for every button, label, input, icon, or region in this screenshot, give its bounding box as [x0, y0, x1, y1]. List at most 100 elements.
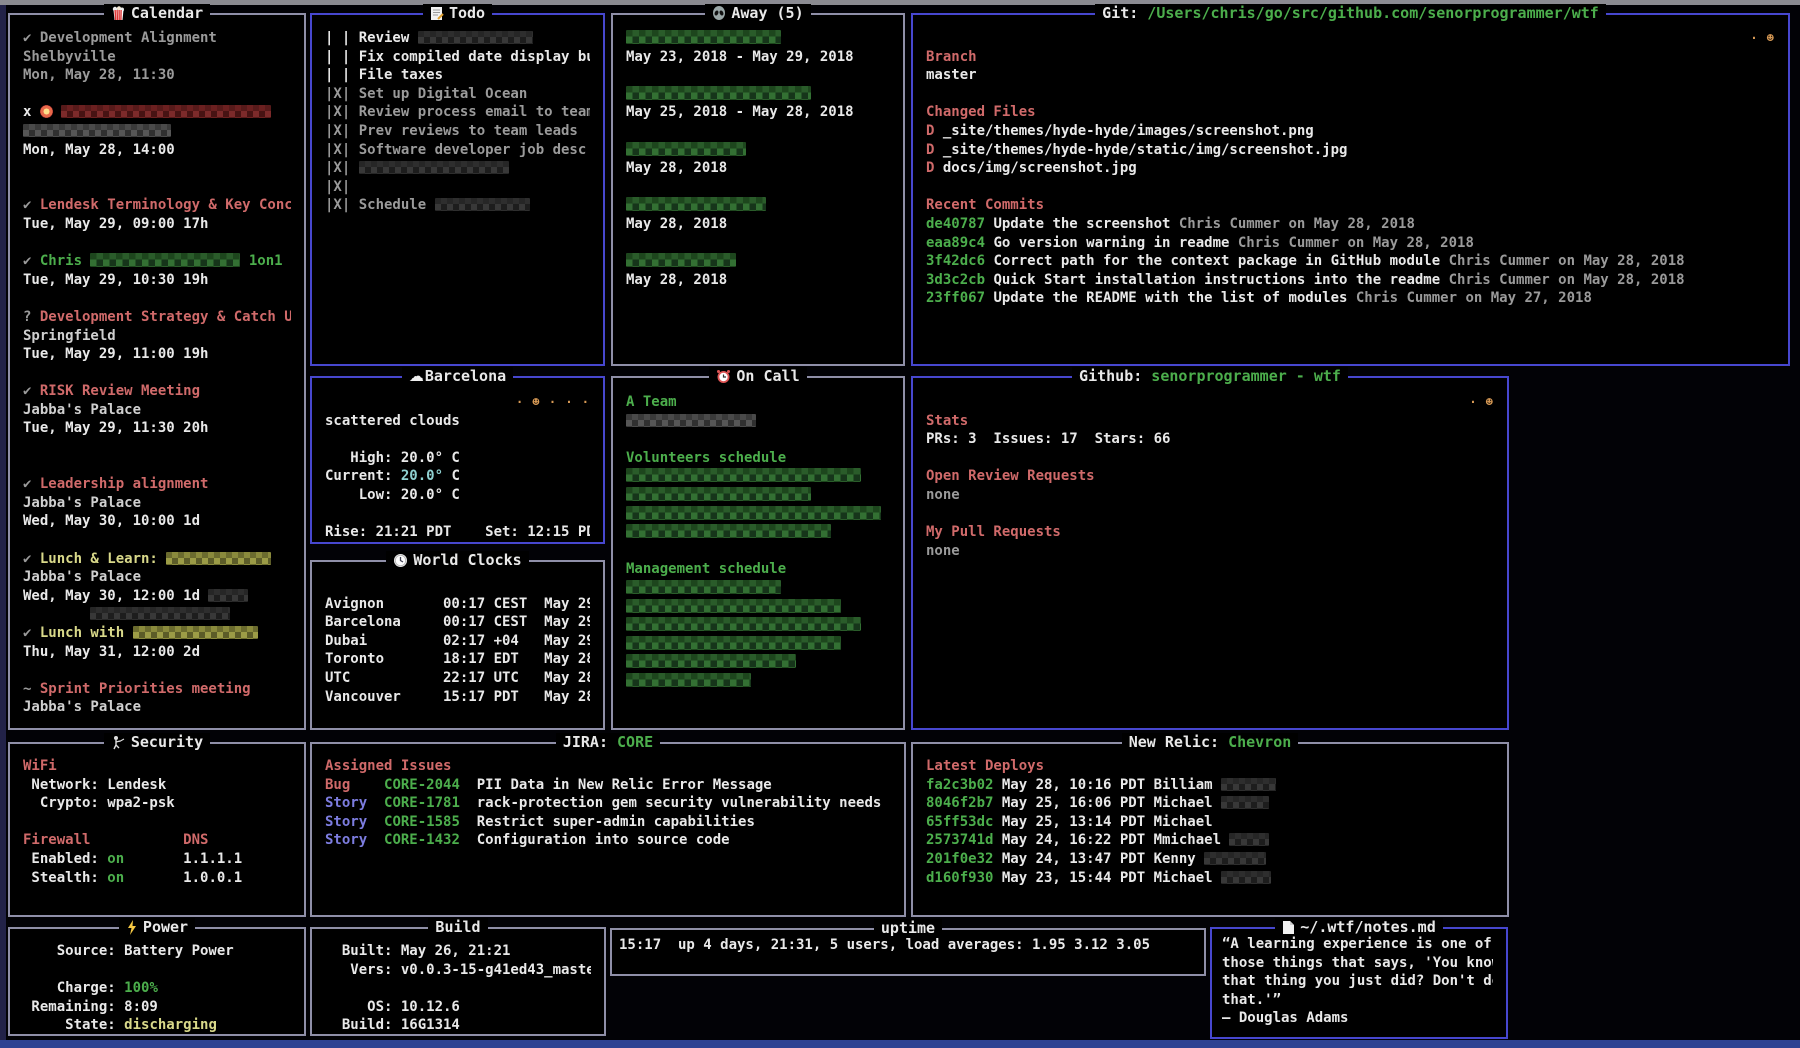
text-span: [23, 606, 90, 622]
text-span: May 24, 13:47 PDT Kenny: [1002, 851, 1204, 867]
security-content: WiFi Network: Lendesk Crypto: wpa2-pskFi…: [10, 744, 304, 915]
line: [626, 598, 890, 617]
text-span: Low: 20.0° C: [325, 487, 460, 503]
text-span: |X| Schedule: [325, 197, 435, 213]
text-span: Changed Files: [926, 104, 1036, 120]
redacted-block: [626, 86, 811, 100]
text-span: Springfield: [23, 328, 116, 344]
line: |X| Software developer job desc: [325, 141, 590, 160]
text-span: 15:17 up 4 days, 21:31, 5 users, load av…: [619, 937, 1150, 953]
text-span: Configuration into source code: [477, 832, 730, 848]
line: [23, 605, 291, 624]
text-span: 8046f2b7: [926, 795, 1002, 811]
text-span: [200, 588, 208, 604]
line: Jabba's Palace: [23, 698, 291, 717]
text-span: 23ff067: [926, 290, 993, 306]
line: | | Review: [325, 29, 590, 48]
redacted-block: [626, 142, 746, 156]
text-span: Rise: 21:21 PDT Set: 12:15 PDT: [325, 524, 590, 540]
line: [626, 505, 890, 524]
panel-security: Security WiFi Network: Lendesk Crypto: w…: [8, 742, 306, 917]
line: scattered clouds: [325, 412, 590, 431]
redacted-block: [1229, 833, 1269, 846]
redacted-block: [626, 30, 781, 44]
text-span: Barcelona 00:17 CEST May 29: [325, 614, 590, 630]
line: d160f930 May 23, 15:44 PDT Michael: [926, 869, 1494, 888]
line: Changed Files: [926, 103, 1775, 122]
text-span: Jabba's Palace: [23, 569, 141, 585]
text-span: May 24, 16:22 PDT Mmichael: [1002, 832, 1230, 848]
redacted-block: [626, 636, 841, 650]
line: ✔ Development Alignment: [23, 29, 291, 48]
line: Low: 20.0° C: [325, 486, 590, 505]
text-span: Jabba's Palace: [23, 402, 141, 418]
panel-power: Power Source: Battery Power Charge: 100%…: [8, 927, 306, 1036]
panel-github: Github: senorprogrammer - wtf · ☻StatsPR…: [911, 376, 1509, 730]
text-span: D: [926, 123, 943, 139]
text-span: Development Strategy & Catch U: [40, 309, 291, 325]
line: [626, 141, 890, 160]
line: Tue, May 29, 11:00 19h: [23, 345, 291, 364]
redacted-block: [1221, 871, 1271, 884]
text-span: |X|: [325, 179, 350, 195]
line: Tue, May 29, 11:30 20h: [23, 419, 291, 438]
redacted-block: [626, 197, 766, 211]
text-span: CORE-1585: [384, 814, 477, 830]
text-span: Vancouver 15:17 PDT May 28: [325, 689, 590, 705]
line: eaa89c4 Go version warning in readme Chr…: [926, 234, 1775, 253]
text-span: Tue, May 29, 09:00 17h: [23, 216, 208, 232]
line: State: discharging: [23, 1016, 291, 1034]
text-span: scattered clouds: [325, 413, 460, 429]
text-span: DNS: [183, 832, 208, 848]
line: May 25, 2018 - May 28, 2018: [626, 103, 890, 122]
text-span: ✔: [23, 30, 40, 46]
panel-new-relic: New Relic: Chevron Latest Deploysfa2c3b0…: [911, 742, 1509, 917]
line: [626, 653, 890, 672]
line: [926, 178, 1775, 197]
text-span: docs/img/screenshot.jpg: [943, 160, 1137, 176]
text-span: CORE-2044: [384, 777, 477, 793]
line: Remaining: 8:09: [23, 998, 291, 1017]
text-span: 1.0.0.1: [124, 870, 242, 886]
panel-weather-barcelona: ☁Barcelona · ☻ · · ·scattered clouds Hig…: [310, 376, 605, 544]
redacted-block: [626, 654, 796, 668]
redacted-block: [626, 617, 861, 631]
text-span: RISK Review Meeting: [40, 383, 200, 399]
line: Vancouver 15:17 PDT May 28: [325, 688, 590, 707]
line: Toronto 18:17 EDT May 28: [325, 650, 590, 669]
text-span: Update the README with the list of modul…: [993, 290, 1355, 306]
wtf-terminal-dashboard[interactable]: Calendar ✔ Development AlignmentShelbyvi…: [0, 0, 1800, 1048]
text-span: |X|: [325, 160, 359, 176]
text-span: Chris Cummer on May 28, 2018: [1179, 216, 1415, 232]
text-span: · ☻ · · ·: [516, 393, 590, 412]
line: My Pull Requests: [926, 523, 1494, 542]
redacted-block: [626, 599, 841, 613]
panel-todo: Todo | | Review | | Fix compiled date di…: [310, 13, 605, 366]
line: [626, 66, 890, 85]
text-span: Toronto 18:17 EDT May 28: [325, 651, 590, 667]
line: 3d3c2cb Quick Start installation instruc…: [926, 271, 1775, 290]
panel-world-clocks: World Clocks Avignon 00:17 CEST May 29Ba…: [310, 560, 605, 730]
line: Wed, May 30, 10:00 1d: [23, 512, 291, 531]
text-span: Tue, May 29, 11:30 20h: [23, 420, 208, 436]
line: 2573741d May 24, 16:22 PDT Mmichael: [926, 831, 1494, 850]
line: ✔ Chris 1on1: [23, 252, 291, 271]
line: [626, 85, 890, 104]
line: D _site/themes/hyde-hyde/images/screensh…: [926, 122, 1775, 141]
redacted-block: [626, 253, 736, 267]
line: Bug CORE-2044 PII Data in New Relic Erro…: [325, 776, 891, 795]
line: |X| Review process email to team: [325, 103, 590, 122]
redacted-block: [435, 198, 530, 211]
line: · ☻: [926, 29, 1775, 48]
redacted-block: [166, 552, 271, 565]
line: Latest Deploys: [926, 757, 1494, 776]
text-span: · ☻: [1750, 29, 1775, 48]
text-span: none: [926, 487, 960, 503]
text-span: C: [443, 468, 460, 484]
text-span: fa2c3b02: [926, 777, 1002, 793]
line: – Douglas Adams: [1222, 1009, 1493, 1028]
line: [626, 616, 890, 635]
new-relic-content: Latest Deploysfa2c3b02 May 28, 10:16 PDT…: [913, 744, 1507, 915]
text-span: May 23, 2018 - May 29, 2018: [626, 49, 854, 65]
line: | | File taxes: [325, 66, 590, 85]
